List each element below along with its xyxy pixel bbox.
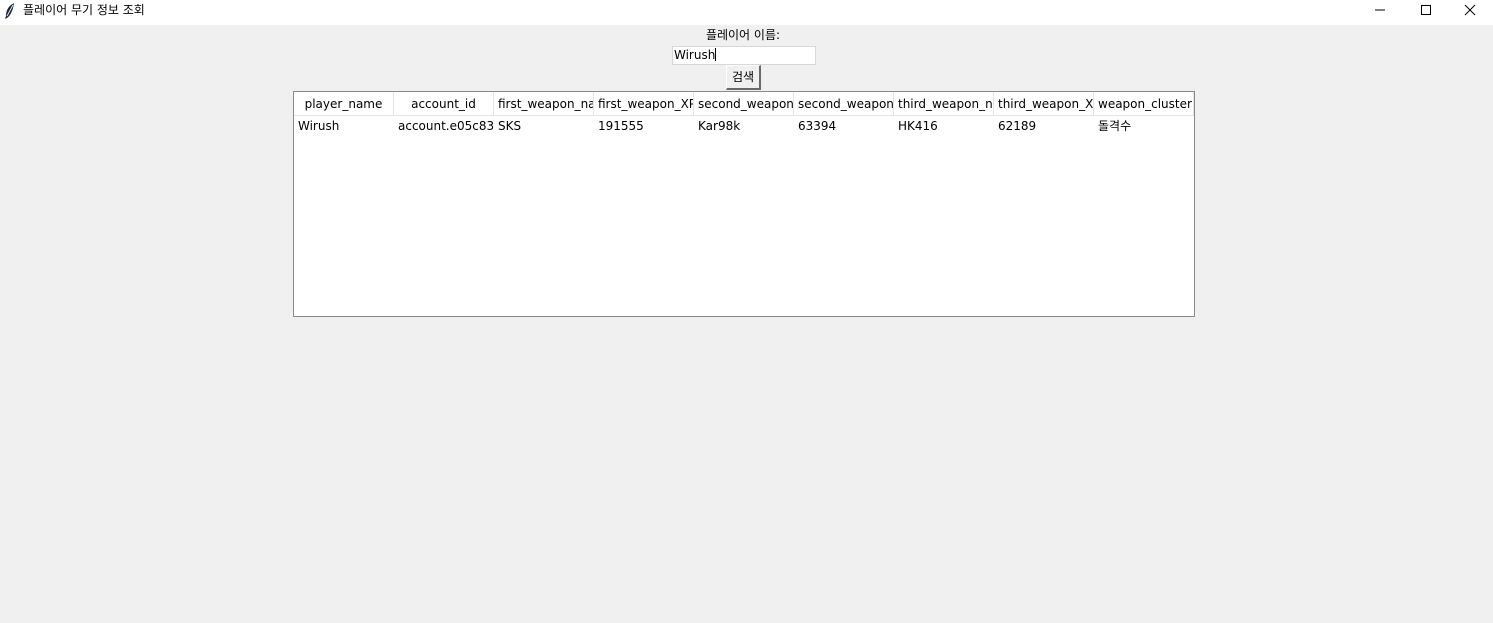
results-table[interactable]: player_name account_id first_weapon_name… [293, 91, 1195, 317]
close-button[interactable] [1447, 0, 1493, 20]
cell-third-weapon-xptotal: 62189 [998, 119, 1037, 133]
minimize-button[interactable] [1357, 0, 1403, 20]
cell-first-weapon-xptotal: 191555 [598, 119, 644, 133]
maximize-button[interactable] [1403, 0, 1449, 20]
cell-second-weapon-name: Kar98k [698, 119, 741, 133]
cell-third-weapon-name: HK416 [898, 119, 938, 133]
cell-first-weapon-name: SKS [498, 119, 522, 133]
column-header-first-weapon-name[interactable]: first_weapon_name [494, 92, 594, 116]
table-row[interactable]: Wirush account.e05c838 SKS 191555 Kar98k… [294, 116, 1194, 136]
column-header-account-id[interactable]: account_id [394, 92, 494, 116]
text-caret [715, 48, 717, 61]
column-header-weapon-cluster[interactable]: weapon_cluster [1094, 92, 1194, 116]
maximize-icon [1421, 5, 1431, 15]
table-header: player_name account_id first_weapon_name… [294, 92, 1194, 116]
column-header-second-weapon-name[interactable]: second_weapon_name [694, 92, 794, 116]
close-icon [1464, 4, 1476, 16]
column-header-third-weapon-xptotal[interactable]: third_weapon_XPtotal [994, 92, 1094, 116]
cell-weapon-cluster: 돌격수 [1098, 119, 1132, 133]
column-header-second-weapon-xptotal[interactable]: second_weapon_XPtotal [794, 92, 894, 116]
search-button[interactable]: 검색 [726, 65, 761, 90]
feather-icon [4, 3, 16, 19]
player-name-input[interactable]: Wirush [672, 46, 816, 65]
window-title: 플레이어 무기 정보 조회 [23, 3, 145, 17]
cell-second-weapon-xptotal: 63394 [798, 119, 837, 133]
column-header-first-weapon-xptotal[interactable]: first_weapon_XPtotal [594, 92, 694, 116]
title-bar: 플레이어 무기 정보 조회 [0, 0, 1493, 25]
column-header-third-weapon-name[interactable]: third_weapon_name [894, 92, 994, 116]
minimize-icon [1375, 9, 1385, 11]
player-name-value: Wirush [674, 48, 716, 62]
cell-player-name: Wirush [298, 119, 340, 133]
cell-account-id: account.e05c838 [398, 119, 494, 133]
player-name-label: 플레이어 이름: [705, 28, 781, 42]
column-header-player-name[interactable]: player_name [294, 92, 394, 116]
